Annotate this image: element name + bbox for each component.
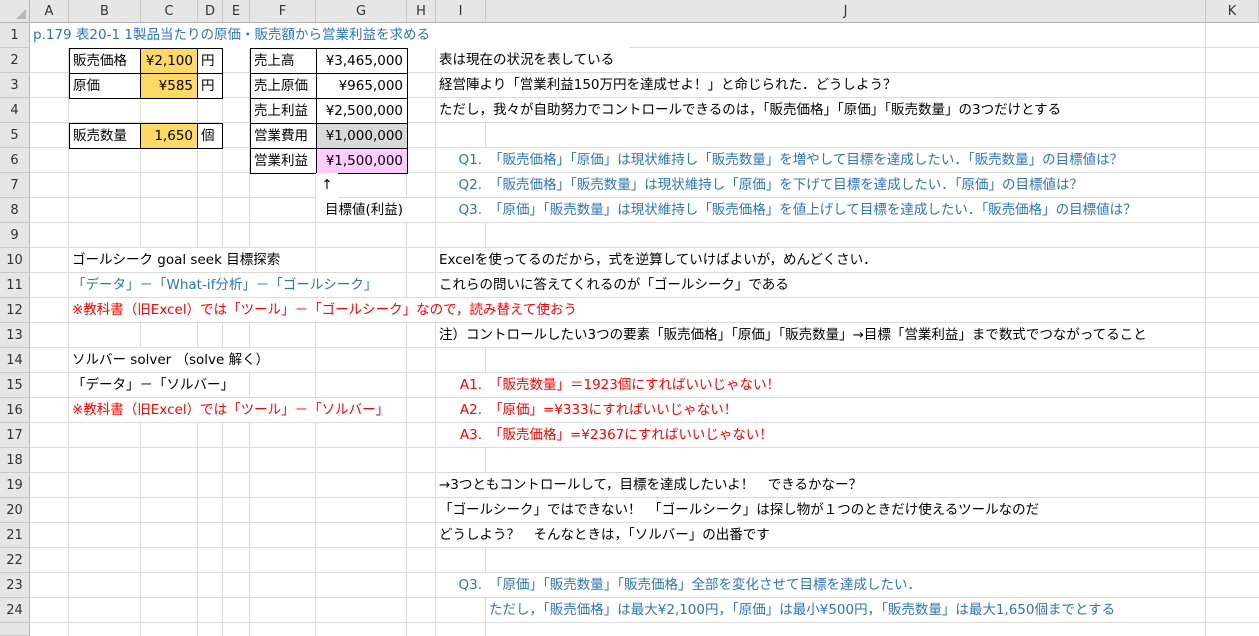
row-header-21[interactable]: 21 [0, 523, 30, 548]
quantity-value-cell[interactable]: 1,650 [140, 123, 198, 149]
row-header-4[interactable]: 4 [0, 98, 30, 123]
opex-value-cell[interactable]: ¥1,000,000 [316, 123, 408, 149]
column-header-k[interactable]: K [1206, 0, 1259, 23]
a3-text[interactable]: 「販売価格」=¥2367にすればいいじゃない！ [486, 423, 773, 447]
row-header-11[interactable]: 11 [0, 273, 30, 298]
row-header-9[interactable]: 9 [0, 223, 30, 248]
quantity-unit[interactable]: 個 [197, 123, 223, 149]
cogs-label[interactable]: 売上原価 [250, 73, 317, 99]
row-header-13[interactable]: 13 [0, 323, 30, 348]
column-header-c[interactable]: C [141, 0, 198, 23]
gridline [30, 447, 1259, 448]
row-header-5[interactable]: 5 [0, 123, 30, 148]
text-j11[interactable]: これらの問いに答えてくれるのが「ゴールシーク」である [436, 273, 789, 297]
gross-profit-value-cell[interactable]: ¥2,500,000 [316, 98, 408, 124]
sheet-title[interactable]: p.179 表20-1 1製品当たりの原価・販売額から営業利益を求める [30, 23, 630, 48]
a1-label[interactable]: A1. [436, 373, 486, 397]
row-header-6[interactable]: 6 [0, 148, 30, 173]
operating-profit-value-cell[interactable]: ¥1,500,000 [316, 148, 408, 174]
row-header-22[interactable]: 22 [0, 548, 30, 573]
text-j10[interactable]: Excelを使ってるのだから，式を逆算していけばよいが，めんどくさい． [436, 248, 877, 272]
row-header-3[interactable]: 3 [0, 73, 30, 98]
column-header-b[interactable]: B [69, 0, 141, 23]
opex-label[interactable]: 営業費用 [250, 123, 317, 149]
sales-label[interactable]: 売上高 [250, 48, 317, 74]
text-j19[interactable]: →3つともコントロールして，目標を達成したいよ！ できるかなー？ [436, 473, 863, 497]
q3b-label[interactable]: Q3. [436, 573, 486, 597]
gross-profit-label[interactable]: 売上利益 [250, 98, 317, 124]
operating-profit-label[interactable]: 営業利益 [250, 148, 317, 174]
quantity-label[interactable]: 販売数量 [69, 123, 141, 149]
row-header-23[interactable]: 23 [0, 573, 30, 598]
a3-label[interactable]: A3. [436, 423, 486, 447]
select-all-corner[interactable] [0, 0, 30, 23]
price-value-cell[interactable]: ¥2,100 [140, 48, 198, 74]
row-header-8[interactable]: 8 [0, 198, 30, 223]
a2-text[interactable]: 「原価」=¥333にすればいいじゃない！ [486, 398, 738, 422]
solver-heading[interactable]: ソルバー solver （solve 解く） [69, 348, 270, 372]
text-j13[interactable]: 注）コントロールしたい3つの要素「販売価格」「原価」「販売数量」→目標「営業利益… [436, 323, 1147, 347]
gridline [30, 622, 1259, 623]
solver-menu-path[interactable]: 「データ」－「ソルバー」 [69, 373, 234, 397]
goal-seek-menu-path[interactable]: 「データ」－「What-if分析」－「ゴールシーク」 [69, 273, 378, 297]
text-j4[interactable]: ただし，我々が自助努力でコントロールできるのは，「販売価格」「原価」「販売数量」… [436, 98, 1062, 122]
column-header-e[interactable]: E [223, 0, 250, 23]
constraint-text[interactable]: ただし，「販売価格」は最大¥2,100円，「原価」は最小¥500円，「販売数量」… [486, 598, 1116, 622]
gridline [30, 547, 1259, 548]
row-header-17[interactable]: 17 [0, 423, 30, 448]
gridline [197, 23, 198, 636]
column-header-i[interactable]: I [436, 0, 486, 23]
q2-label[interactable]: Q2. [436, 173, 486, 197]
cost-label[interactable]: 原価 [69, 73, 141, 99]
goal-seek-note[interactable]: ※教科書（旧Excel）では「ツール」－「ゴールシーク」なので，読み替えて使おう [69, 298, 577, 322]
q2-text[interactable]: 「販売価格」「販売数量」は現状維持し「原価」を下げて目標を達成したい．「原価」の… [486, 173, 1083, 197]
text-j21[interactable]: どうしよう？ そんなときは，「ソルバー」の出番です [436, 523, 770, 547]
gridline [68, 23, 69, 636]
target-label[interactable]: 目標値(利益) [316, 198, 407, 222]
q1-text[interactable]: 「販売価格」「原価」は現状維持し「販売数量」を増やして目標を達成したい．「販売数… [486, 148, 1124, 172]
price-unit[interactable]: 円 [197, 48, 223, 74]
column-header-a[interactable]: A [30, 0, 69, 23]
column-header-j[interactable]: J [486, 0, 1206, 23]
row-header-1[interactable]: 1 [0, 23, 30, 48]
column-header-g[interactable]: G [316, 0, 407, 23]
sales-value-cell[interactable]: ¥3,465,000 [316, 48, 408, 74]
row-header-15[interactable]: 15 [0, 373, 30, 398]
q3-label[interactable]: Q3. [436, 198, 486, 222]
row-header-25[interactable] [0, 623, 30, 636]
price-label[interactable]: 販売価格 [69, 48, 141, 74]
solver-note[interactable]: ※教科書（旧Excel）では「ツール」－「ソルバー」 [69, 398, 390, 422]
spreadsheet[interactable]: A B C D E F G H I J K 1 2 3 4 5 6 7 8 9 … [0, 0, 1259, 636]
text-j3[interactable]: 経営陣より「営業利益150万円を達成せよ！」と命じられた．どうしよう？ [436, 73, 897, 97]
cogs-value-cell[interactable]: ¥965,000 [316, 73, 408, 99]
column-header-h[interactable]: H [407, 0, 436, 23]
row-header-12[interactable]: 12 [0, 298, 30, 323]
column-header-f[interactable]: F [250, 0, 316, 23]
text-j20[interactable]: 「ゴールシーク」ではできない！ 「ゴールシーク」は探し物が１つのときだけ使えるツ… [436, 498, 1040, 522]
goal-seek-heading[interactable]: ゴールシーク goal seek 目標探索 [69, 248, 281, 272]
row-header-24[interactable]: 24 [0, 598, 30, 623]
gridline [140, 23, 141, 636]
row-header-2[interactable]: 2 [0, 48, 30, 73]
row-header-14[interactable]: 14 [0, 348, 30, 373]
cost-unit[interactable]: 円 [197, 73, 223, 99]
up-arrow-icon: ↑ [316, 173, 338, 198]
q3-text[interactable]: 「原価」「販売数量」は現状維持し「販売価格」を値上げして目標を達成したい．「販売… [486, 198, 1137, 222]
gridline [1205, 23, 1206, 636]
row-header-10[interactable]: 10 [0, 248, 30, 273]
row-header-7[interactable]: 7 [0, 173, 30, 198]
q3b-text[interactable]: 「原価」「販売数量」「販売価格」全部を変化させて目標を達成したい． [486, 573, 921, 597]
a1-text[interactable]: 「販売数量」＝1923個にすればいいじゃない！ [486, 373, 780, 397]
a2-label[interactable]: A2. [436, 398, 486, 422]
cost-value-cell[interactable]: ¥585 [140, 73, 198, 99]
row-header-19[interactable]: 19 [0, 473, 30, 498]
gridline [30, 222, 1259, 223]
row-header-20[interactable]: 20 [0, 498, 30, 523]
column-header-d[interactable]: D [198, 0, 223, 23]
text-j2[interactable]: 表は現在の状況を表している [436, 48, 615, 72]
gridline [222, 23, 223, 636]
q1-label[interactable]: Q1. [436, 148, 486, 172]
row-header-16[interactable]: 16 [0, 398, 30, 423]
row-header-18[interactable]: 18 [0, 448, 30, 473]
